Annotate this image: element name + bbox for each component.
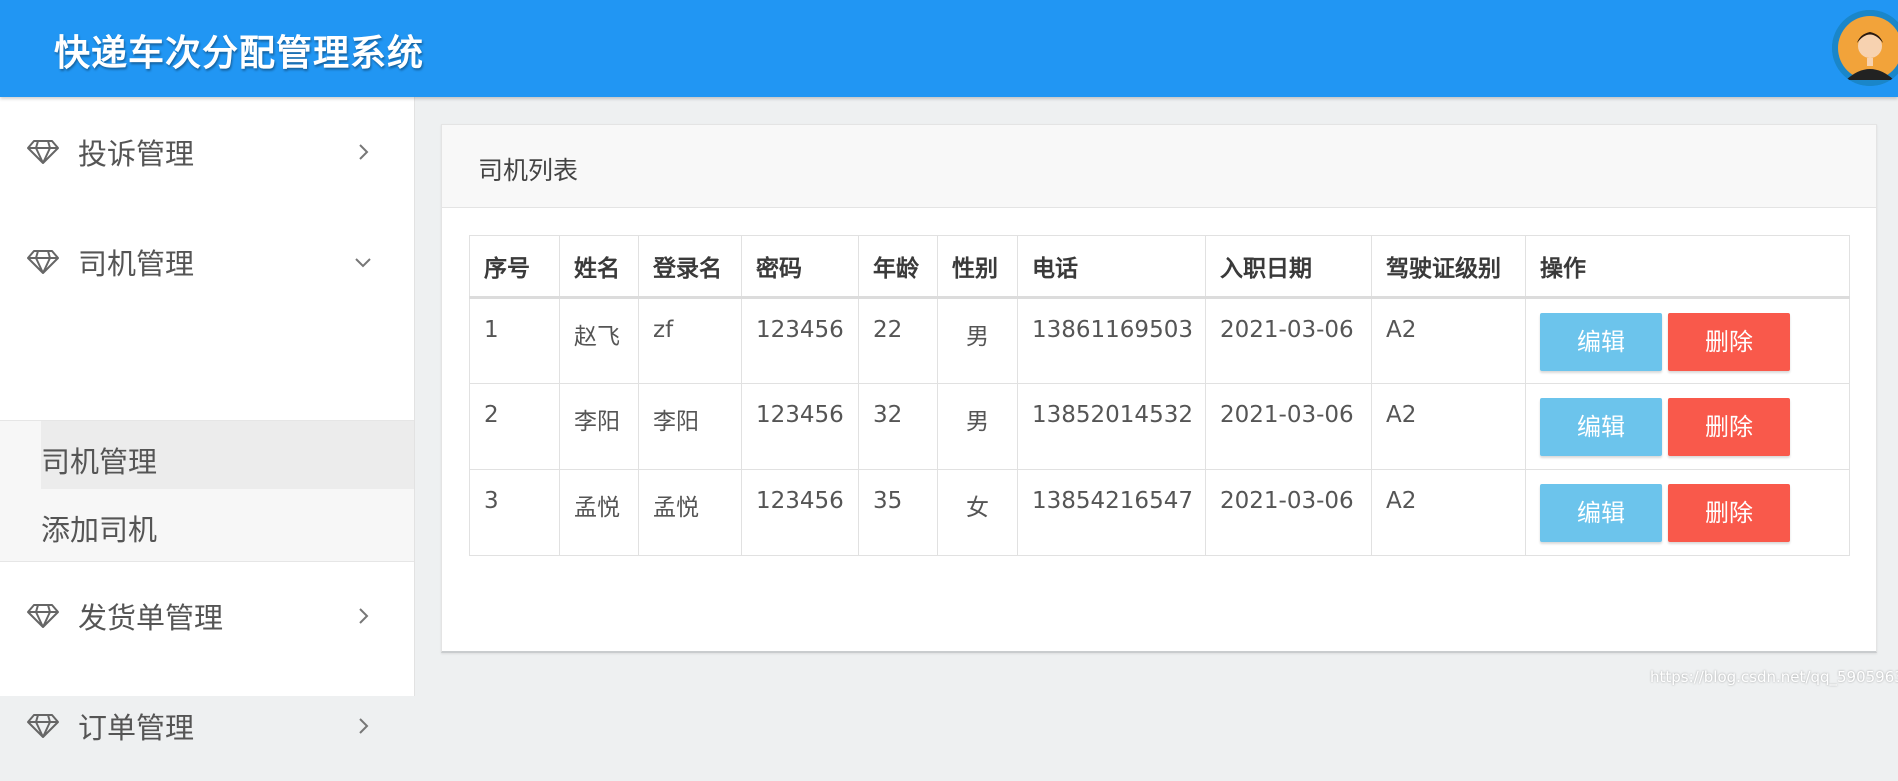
- sidebar-item-label: 司机管理: [78, 247, 195, 281]
- cell-login: zf: [638, 297, 742, 384]
- column-header: 驾驶证级别: [1371, 235, 1526, 299]
- driver-submenu: 司机管理 添加司机: [0, 420, 414, 562]
- cell-index: 1: [469, 297, 560, 384]
- cell-age: 22: [858, 297, 938, 384]
- table-row: 1 赵飞 zf 123456 22 男 13861169503 2021-03-…: [469, 297, 1850, 384]
- table-row: 3 孟悦 孟悦 123456 35 女 13854216547 2021-03-…: [469, 469, 1850, 556]
- submenu-item-label: 司机管理: [41, 445, 158, 479]
- gem-icon: [27, 250, 59, 274]
- gem-icon: [27, 604, 59, 628]
- table-header-row: 序号 姓名 登录名 密码 年龄 性别 电话 入职日期 驾驶证级别 操作: [469, 235, 1850, 299]
- cell-name: 李阳: [559, 383, 639, 470]
- sidebar-item-label: 投诉管理: [78, 137, 195, 171]
- chevron-right-icon: [359, 144, 369, 160]
- app-title: 快递车次分配管理系统: [54, 33, 425, 74]
- gem-icon: [27, 714, 59, 738]
- delete-button[interactable]: 删除: [1668, 313, 1790, 371]
- column-header: 操作: [1525, 235, 1850, 299]
- cell-password: 123456: [741, 469, 859, 556]
- cell-password: 123456: [741, 383, 859, 470]
- chevron-down-icon: [355, 258, 371, 268]
- submenu-item-label: 添加司机: [41, 513, 158, 547]
- user-avatar[interactable]: [1832, 10, 1898, 86]
- cell-license: A2: [1371, 383, 1526, 470]
- cell-actions: 编辑 删除: [1525, 383, 1850, 470]
- cell-index: 2: [469, 383, 560, 470]
- cell-age: 35: [858, 469, 938, 556]
- panel-header: 司机列表: [442, 125, 1876, 208]
- edit-button[interactable]: 编辑: [1540, 484, 1662, 542]
- sidebar: 投诉管理 司机管理 司机管理 添加司机 发货单管理 订单管理: [0, 97, 415, 745]
- cell-license: A2: [1371, 297, 1526, 384]
- sidebar-item-label: 发货单管理: [78, 601, 224, 635]
- column-header: 登录名: [638, 235, 742, 299]
- sidebar-item-shipping-orders[interactable]: 发货单管理: [0, 561, 414, 671]
- column-header: 姓名: [559, 235, 639, 299]
- column-header: 电话: [1017, 235, 1206, 299]
- delete-button[interactable]: 删除: [1668, 484, 1790, 542]
- table-row: 2 李阳 李阳 123456 32 男 13852014532 2021-03-…: [469, 383, 1850, 470]
- chevron-right-icon: [359, 718, 369, 734]
- sidebar-item-drivers[interactable]: 司机管理: [0, 207, 414, 317]
- cell-phone: 13852014532: [1017, 383, 1206, 470]
- cell-login: 李阳: [638, 383, 742, 470]
- column-header: 序号: [469, 235, 560, 299]
- sidebar-item-orders[interactable]: 订单管理: [0, 671, 414, 781]
- cell-phone: 13854216547: [1017, 469, 1206, 556]
- cell-login: 孟悦: [638, 469, 742, 556]
- sidebar-item-label: 订单管理: [78, 711, 195, 745]
- panel-title: 司机列表: [478, 156, 579, 185]
- edit-button[interactable]: 编辑: [1540, 398, 1662, 456]
- top-header: 快递车次分配管理系统: [0, 0, 1898, 97]
- cell-gender: 男: [937, 383, 1018, 470]
- cell-actions: 编辑 删除: [1525, 469, 1850, 556]
- sidebar-item-complaints[interactable]: 投诉管理: [0, 97, 414, 207]
- avatar-icon: [1832, 10, 1898, 86]
- cell-name: 赵飞: [559, 297, 639, 384]
- delete-button[interactable]: 删除: [1668, 398, 1790, 456]
- cell-license: A2: [1371, 469, 1526, 556]
- submenu-item-driver-management[interactable]: 司机管理: [41, 421, 414, 489]
- column-header: 密码: [741, 235, 859, 299]
- submenu-item-add-driver[interactable]: 添加司机: [0, 489, 414, 557]
- driver-table: 序号 姓名 登录名 密码 年龄 性别 电话 入职日期 驾驶证级别 操作 1 赵飞…: [469, 235, 1850, 556]
- cell-password: 123456: [741, 297, 859, 384]
- gem-icon: [27, 140, 59, 164]
- cell-name: 孟悦: [559, 469, 639, 556]
- column-header: 年龄: [858, 235, 938, 299]
- cell-hire-date: 2021-03-06: [1205, 469, 1372, 556]
- cell-gender: 男: [937, 297, 1018, 384]
- cell-phone: 13861169503: [1017, 297, 1206, 384]
- cell-hire-date: 2021-03-06: [1205, 297, 1372, 384]
- cell-age: 32: [858, 383, 938, 470]
- edit-button[interactable]: 编辑: [1540, 313, 1662, 371]
- cell-actions: 编辑 删除: [1525, 297, 1850, 384]
- column-header: 入职日期: [1205, 235, 1372, 299]
- chevron-right-icon: [359, 608, 369, 624]
- cell-hire-date: 2021-03-06: [1205, 383, 1372, 470]
- watermark: https://blog.csdn.net/qq_59059632: [1650, 668, 1898, 686]
- cell-index: 3: [469, 469, 560, 556]
- driver-list-panel: 司机列表 序号 姓名 登录名 密码 年龄 性别 电话 入职日期 驾驶证级别 操作: [441, 124, 1877, 653]
- column-header: 性别: [937, 235, 1018, 299]
- cell-gender: 女: [937, 469, 1018, 556]
